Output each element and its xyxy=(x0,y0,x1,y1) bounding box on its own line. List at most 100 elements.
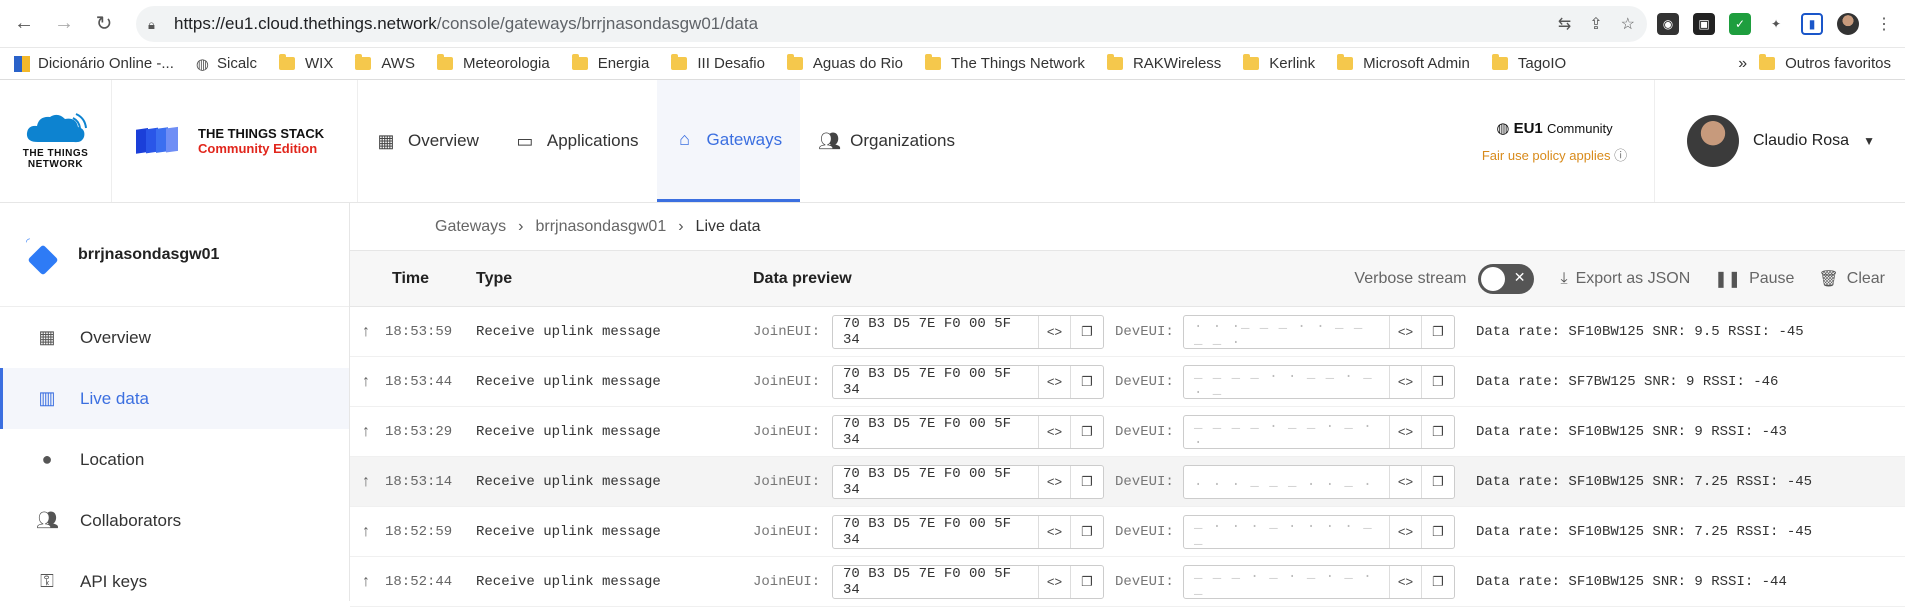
table-row[interactable]: ↑ 18:53:29 Receive uplink message JoinEU… xyxy=(350,407,1905,457)
bookmarks-overflow-button[interactable]: » xyxy=(1738,55,1747,73)
export-json-button[interactable]: ⤓ Export as JSON xyxy=(1560,270,1690,288)
copy-icon[interactable]: ❐ xyxy=(1071,316,1103,348)
copy-icon[interactable]: ❐ xyxy=(1071,566,1103,598)
pause-button[interactable]: ❚❚ Pause xyxy=(1714,269,1794,289)
code-toggle-icon[interactable]: <> xyxy=(1039,515,1071,548)
join-eui-value[interactable]: 70 B3 D5 7E F0 00 5F 34 xyxy=(833,365,1039,398)
checkmark-extension-icon[interactable]: ✓ xyxy=(1729,12,1751,35)
help-circle-icon[interactable]: ⓘ xyxy=(1614,148,1627,163)
forward-icon[interactable]: → xyxy=(50,10,78,38)
dev-eui-value[interactable]: _ _ _ _ . . _ _ . _ . _ xyxy=(1184,365,1390,398)
sidebar-item-location[interactable]: ● Location xyxy=(0,429,349,490)
sidepanel-icon[interactable]: ▮ xyxy=(1801,12,1823,35)
join-eui-value[interactable]: 70 B3 D5 7E F0 00 5F 34 xyxy=(833,315,1039,348)
stack-logo[interactable]: THE THINGS STACK Community Edition xyxy=(112,80,358,202)
copy-icon[interactable]: ❐ xyxy=(1422,466,1454,498)
sidebar-item-live-data[interactable]: ▥ Live data xyxy=(0,368,349,429)
nav-organizations[interactable]: 👥︎ Organizations xyxy=(800,80,973,202)
sidebar-item-api-keys[interactable]: ⚿ API keys xyxy=(0,551,349,609)
bookmark-iii-desafio[interactable]: III Desafio xyxy=(671,54,765,72)
code-toggle-icon[interactable]: <> xyxy=(1390,515,1422,548)
join-eui-value[interactable]: 70 B3 D5 7E F0 00 5F 34 xyxy=(833,465,1039,498)
address-bar[interactable]: 🔒︎ https://eu1.cloud.thethings.network/c… xyxy=(136,5,1647,42)
extension-icon-2[interactable]: ▣ xyxy=(1693,12,1715,35)
copy-icon[interactable]: ❐ xyxy=(1422,316,1454,348)
table-row[interactable]: ↑ 18:53:14 Receive uplink message JoinEU… xyxy=(350,457,1905,507)
copy-icon[interactable]: ❐ xyxy=(1422,566,1454,598)
bookmark-the-things-network[interactable]: The Things Network xyxy=(924,54,1085,72)
reload-icon[interactable]: ↻ xyxy=(90,10,118,38)
profile-avatar-icon[interactable] xyxy=(1837,12,1859,35)
table-row[interactable]: ↑ 18:53:59 Receive uplink message JoinEU… xyxy=(350,307,1905,357)
bookmark-energia[interactable]: Energia xyxy=(571,54,649,72)
code-toggle-icon[interactable]: <> xyxy=(1390,565,1422,598)
copy-icon[interactable]: ❐ xyxy=(1422,516,1454,548)
code-toggle-icon[interactable]: <> xyxy=(1390,315,1422,348)
dev-eui-value[interactable]: _ _ _ . _ . _ . _ . _ xyxy=(1184,565,1390,598)
table-row[interactable]: ↑ 18:53:44 Receive uplink message JoinEU… xyxy=(350,357,1905,407)
share-icon[interactable]: ⇪ xyxy=(1589,14,1602,34)
copy-icon[interactable]: ❐ xyxy=(1422,416,1454,448)
extension-icon-1[interactable]: ◉ xyxy=(1657,12,1679,35)
bookmark-star-icon[interactable]: ☆ xyxy=(1621,14,1635,34)
row-metadata: Data rate: SF10BW125 SNR: 9 RSSI: -44 xyxy=(1476,573,1787,590)
copy-icon[interactable]: ❐ xyxy=(1071,466,1103,498)
clear-button[interactable]: 🗑︎ Clear xyxy=(1818,269,1885,289)
dev-eui-value[interactable]: . . . _ _ _ . . _ . xyxy=(1184,465,1390,498)
code-toggle-icon[interactable]: <> xyxy=(1390,365,1422,398)
verbose-stream-toggle[interactable]: ✕ xyxy=(1478,263,1535,294)
breadcrumb-gateways[interactable]: Gateways xyxy=(435,218,506,236)
dev-eui-value[interactable]: _ . . . _ . . . . _ _ xyxy=(1184,515,1390,548)
kebab-menu-icon[interactable]: ⋮ xyxy=(1873,13,1895,35)
breadcrumb-gateway[interactable]: brrjnasondasgw01 xyxy=(535,218,666,236)
copy-icon[interactable]: ❐ xyxy=(1071,416,1103,448)
bookmark-tagoio[interactable]: TagoIO xyxy=(1491,54,1566,72)
dev-eui-value[interactable]: . . ._ _ _ . . _ _ _ _ . xyxy=(1184,315,1390,348)
table-row[interactable]: ↑ 18:52:59 Receive uplink message JoinEU… xyxy=(350,507,1905,557)
puzzle-icon[interactable]: ✦ xyxy=(1765,13,1787,35)
join-eui-value[interactable]: 70 B3 D5 7E F0 00 5F 34 xyxy=(833,415,1039,448)
code-toggle-icon[interactable]: <> xyxy=(1039,465,1071,498)
join-eui-chip: 70 B3 D5 7E F0 00 5F 34 <> ❐ xyxy=(832,514,1104,549)
bookmark-kerlink[interactable]: Kerlink xyxy=(1243,54,1315,72)
join-eui-value[interactable]: 70 B3 D5 7E F0 00 5F 34 xyxy=(833,565,1039,598)
join-eui-label: JoinEUI: xyxy=(753,573,821,590)
dev-eui-value[interactable]: _ _ _ _ . _ _ . _ . . xyxy=(1184,415,1390,448)
code-toggle-icon[interactable]: <> xyxy=(1039,415,1071,448)
copy-icon[interactable]: ❐ xyxy=(1422,366,1454,398)
row-time: 18:52:44 xyxy=(385,573,453,590)
bookmark-aguas-do-rio[interactable]: Aguas do Rio xyxy=(786,54,903,72)
code-toggle-icon[interactable]: <> xyxy=(1390,415,1422,448)
back-icon[interactable]: ← xyxy=(10,10,38,38)
fair-use-link[interactable]: Fair use policy applies ⓘ xyxy=(1482,145,1627,164)
lock-icon[interactable]: 🔒︎ xyxy=(148,17,162,32)
profile-menu[interactable]: Claudio Rosa ▼ xyxy=(1655,80,1905,202)
sidebar-item-collaborators[interactable]: 👥︎ Collaborators xyxy=(0,490,349,551)
nav-applications[interactable]: ▭ Applications xyxy=(497,80,657,202)
bookmark-rakwireless[interactable]: RAKWireless xyxy=(1106,54,1221,72)
sidebar-item-overview[interactable]: ▦ Overview xyxy=(0,307,349,368)
bookmark-microsoft-admin[interactable]: Microsoft Admin xyxy=(1337,54,1470,72)
code-toggle-icon[interactable]: <> xyxy=(1039,315,1071,348)
column-time: Time xyxy=(392,269,430,287)
nav-overview[interactable]: ▦ Overview xyxy=(358,80,497,202)
bookmark-aws[interactable]: AWS xyxy=(355,54,415,72)
translate-icon[interactable]: ⇆ xyxy=(1558,14,1571,34)
table-row[interactable]: ↑ 18:52:44 Receive uplink message JoinEU… xyxy=(350,557,1905,607)
code-toggle-icon[interactable]: <> xyxy=(1039,565,1071,598)
nav-gateways[interactable]: ⌂ Gateways xyxy=(656,80,801,202)
copy-icon[interactable]: ❐ xyxy=(1071,516,1103,548)
copy-icon[interactable]: ❐ xyxy=(1071,366,1103,398)
bookmark-dicionario[interactable]: Dicionário Online -... xyxy=(14,55,174,72)
bookmark-meteorologia[interactable]: Meteorologia xyxy=(436,54,550,72)
join-eui-value[interactable]: 70 B3 D5 7E F0 00 5F 34 xyxy=(833,515,1039,548)
row-time: 18:52:59 xyxy=(385,523,453,540)
url-host: https://eu1.cloud.thethings.network xyxy=(174,13,437,33)
code-toggle-icon[interactable]: <> xyxy=(1039,365,1071,398)
ttn-logo[interactable]: THE THINGS NETWORK xyxy=(0,80,112,202)
bookmark-wix[interactable]: WIX xyxy=(279,54,333,72)
code-toggle-icon[interactable]: <> xyxy=(1390,465,1422,498)
trash-icon: 🗑︎ xyxy=(1818,270,1839,288)
bookmark-other-favorites[interactable]: Outros favoritos xyxy=(1759,54,1891,72)
bookmark-sicalc[interactable]: ◍ Sicalc xyxy=(196,55,257,73)
